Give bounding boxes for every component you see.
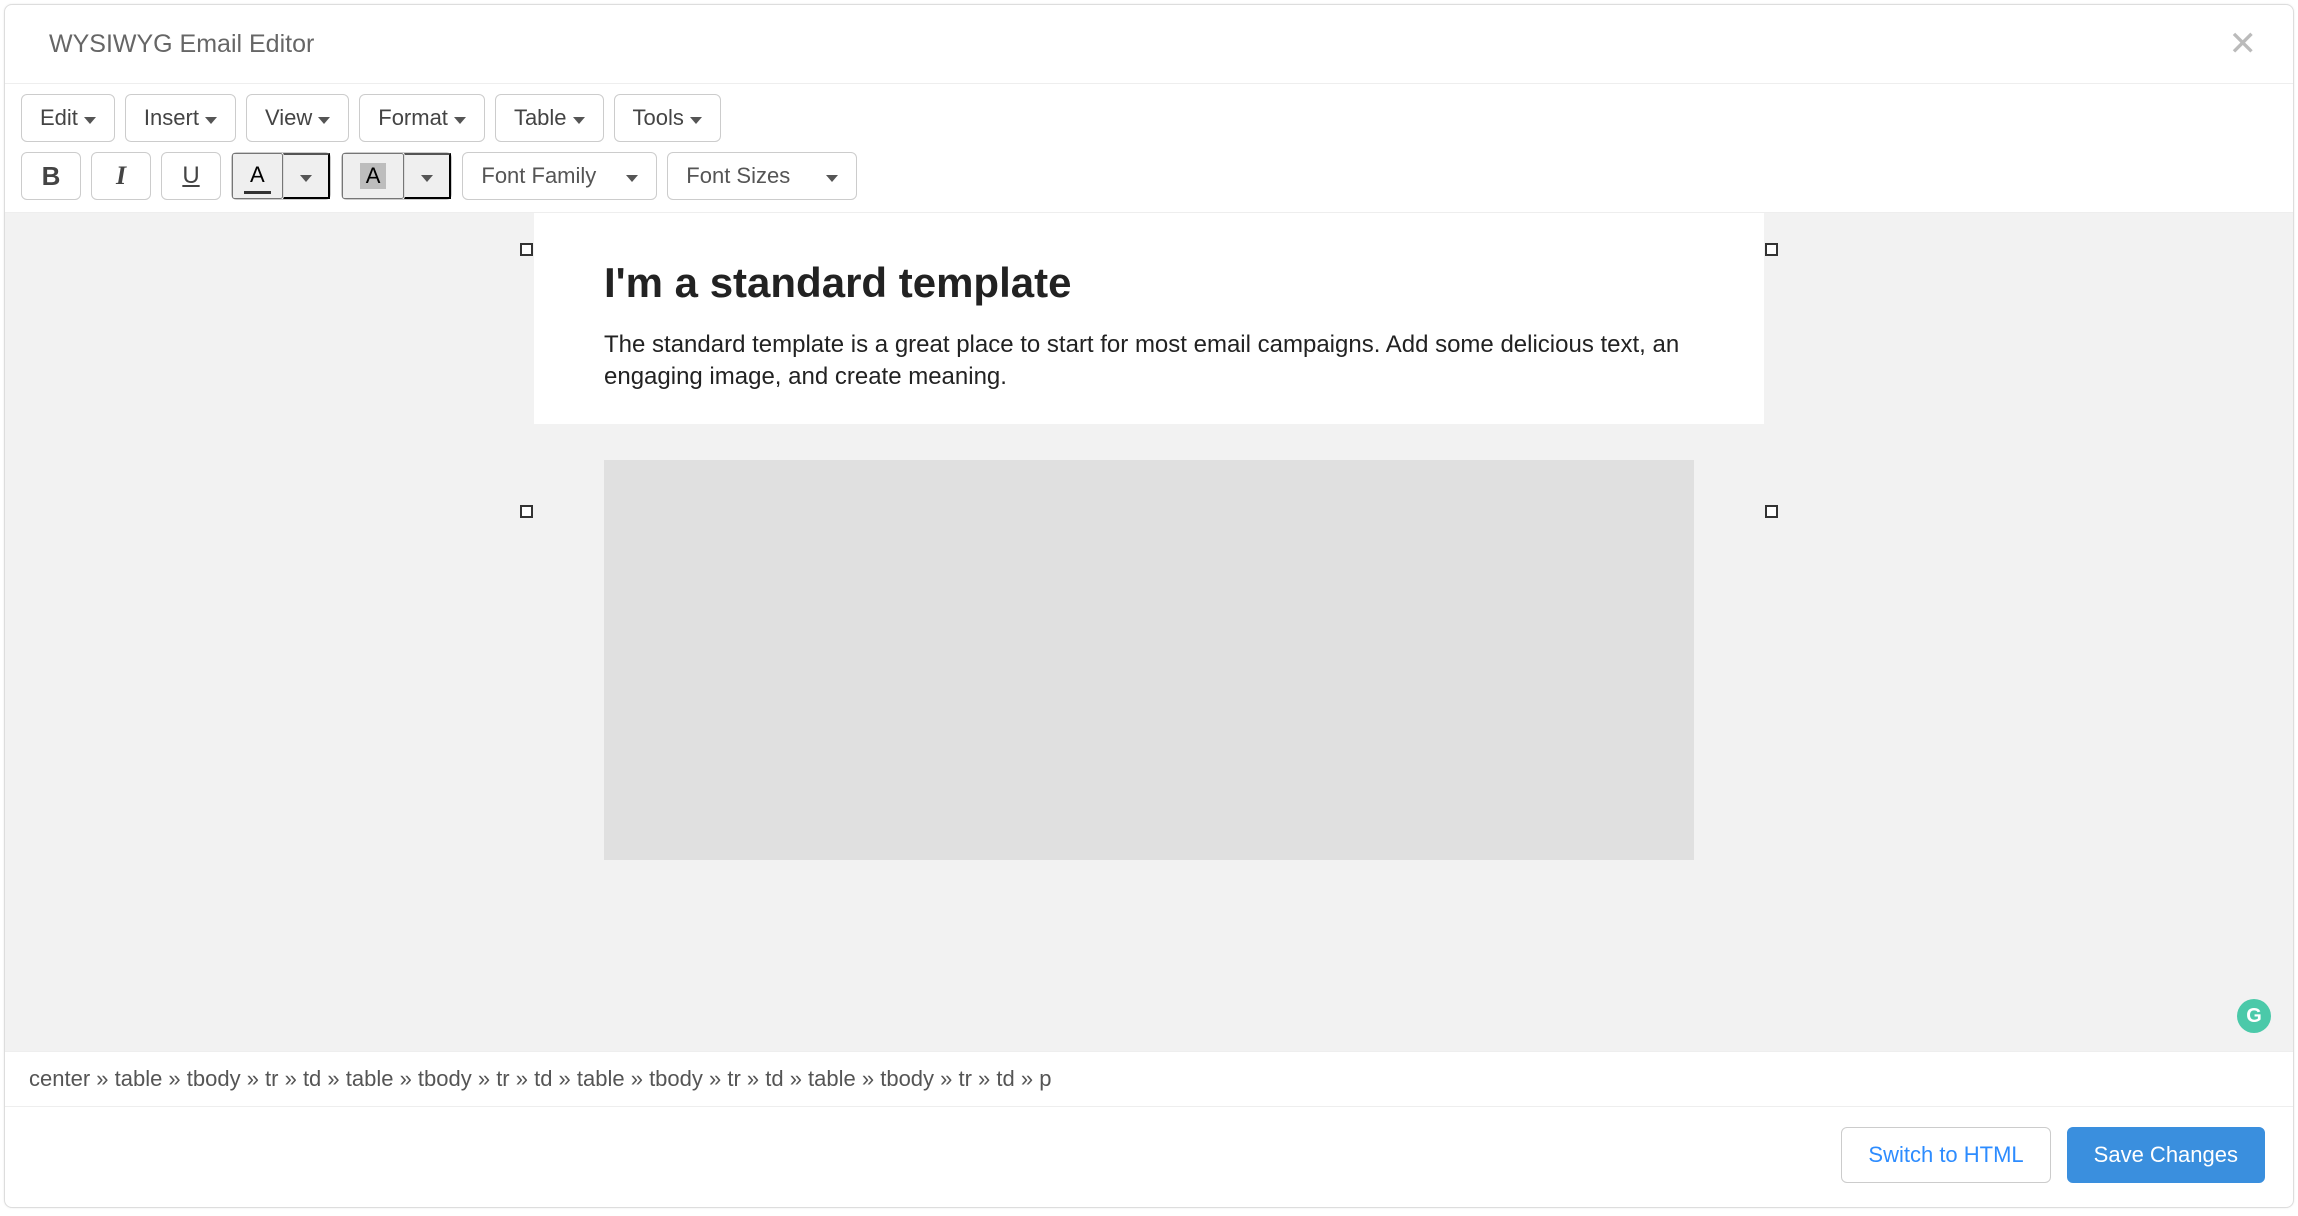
text-color-split: A: [231, 152, 331, 200]
canvas-wrap: I'm a standard template The standard tem…: [534, 213, 1764, 1051]
italic-button[interactable]: I: [91, 152, 151, 200]
bg-color-split: A: [341, 152, 453, 200]
caret-down-icon: [205, 117, 217, 124]
selection-handle-tr[interactable]: [1765, 243, 1778, 256]
menu-row: Edit Insert View Format Table Tools: [21, 94, 2277, 142]
italic-icon: I: [116, 161, 126, 191]
caret-down-icon: [300, 175, 312, 182]
close-icon[interactable]: ✕: [2229, 27, 2258, 61]
font-family-label: Font Family: [481, 163, 596, 189]
underline-button[interactable]: U: [161, 152, 221, 200]
grammarly-glyph: G: [2246, 1005, 2262, 1028]
menu-table[interactable]: Table: [495, 94, 604, 142]
content-paragraph[interactable]: The standard template is a great place t…: [604, 329, 1694, 394]
font-sizes-select[interactable]: Font Sizes: [667, 152, 857, 200]
menu-view[interactable]: View: [246, 94, 349, 142]
selection-handle-mr[interactable]: [1765, 505, 1778, 518]
bold-icon: B: [42, 161, 61, 192]
formatting-row: B I U A A: [21, 152, 2277, 200]
caret-down-icon: [421, 175, 433, 182]
grammarly-icon[interactable]: G: [2237, 999, 2271, 1033]
font-sizes-label: Font Sizes: [686, 163, 790, 189]
text-color-button[interactable]: A: [232, 153, 283, 199]
underline-icon: U: [182, 162, 199, 190]
toolbar: Edit Insert View Format Table Tools: [5, 84, 2293, 213]
font-family-select[interactable]: Font Family: [462, 152, 657, 200]
text-block[interactable]: I'm a standard template The standard tem…: [534, 213, 1764, 424]
menu-view-label: View: [265, 105, 312, 131]
text-color-icon: A: [250, 162, 265, 191]
menu-insert[interactable]: Insert: [125, 94, 236, 142]
menu-edit[interactable]: Edit: [21, 94, 115, 142]
menu-format-label: Format: [378, 105, 448, 131]
menu-table-label: Table: [514, 105, 567, 131]
bg-color-button[interactable]: A: [342, 153, 405, 199]
element-path-bar[interactable]: center » table » tbody » tr » td » table…: [5, 1051, 2293, 1106]
menu-tools[interactable]: Tools: [614, 94, 721, 142]
caret-down-icon: [826, 175, 838, 182]
modal-header: WYSIWYG Email Editor ✕: [5, 5, 2293, 84]
footer-actions: Switch to HTML Save Changes: [5, 1106, 2293, 1207]
modal-title: WYSIWYG Email Editor: [49, 30, 314, 59]
caret-down-icon: [573, 117, 585, 124]
bold-button[interactable]: B: [21, 152, 81, 200]
editor-canvas[interactable]: I'm a standard template The standard tem…: [5, 213, 2293, 1051]
bg-color-dropdown[interactable]: [404, 153, 451, 199]
bg-color-icon: A: [360, 163, 387, 189]
selection-handle-tl[interactable]: [520, 243, 533, 256]
menu-format[interactable]: Format: [359, 94, 485, 142]
caret-down-icon: [318, 117, 330, 124]
image-placeholder[interactable]: [604, 460, 1694, 860]
caret-down-icon: [84, 117, 96, 124]
menu-insert-label: Insert: [144, 105, 199, 131]
selection-handle-ml[interactable]: [520, 505, 533, 518]
editor-modal: WYSIWYG Email Editor ✕ Edit Insert View …: [4, 4, 2294, 1208]
caret-down-icon: [690, 117, 702, 124]
content-heading[interactable]: I'm a standard template: [604, 259, 1694, 307]
menu-tools-label: Tools: [633, 105, 684, 131]
switch-to-html-button[interactable]: Switch to HTML: [1841, 1127, 2050, 1183]
caret-down-icon: [626, 175, 638, 182]
caret-down-icon: [454, 117, 466, 124]
text-color-dropdown[interactable]: [283, 153, 330, 199]
menu-edit-label: Edit: [40, 105, 78, 131]
save-changes-button[interactable]: Save Changes: [2067, 1127, 2265, 1183]
